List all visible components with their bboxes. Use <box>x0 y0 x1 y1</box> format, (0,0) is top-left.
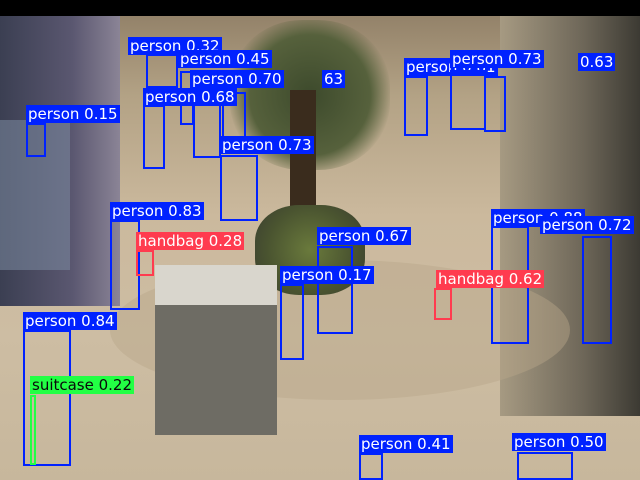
person-detection-box <box>484 76 506 132</box>
person-detection-label: 0.63 <box>578 53 616 71</box>
person-detection-label: person 0.45 <box>178 50 272 68</box>
person-detection-label: person 0.72 <box>540 216 634 234</box>
suitcase-detection-box <box>30 395 36 465</box>
mall-photo: person 0.32 person 0.45 person 0.70 63 perso… <box>0 0 640 480</box>
person-detection-box <box>450 70 486 130</box>
person-detection-label: 63 <box>322 70 346 88</box>
person-detection-label: person 0.70 <box>190 70 284 88</box>
person-detection-box <box>280 284 304 360</box>
top-black-bar <box>0 0 640 16</box>
person-detection-box <box>146 54 178 88</box>
person-detection-box <box>404 76 428 136</box>
person-detection-box <box>317 246 353 334</box>
person-detection-box <box>359 453 383 480</box>
person-detection-label: person 0.73 <box>220 136 314 154</box>
person-detection-label: person 0.50 <box>512 433 606 451</box>
person-detection-label: person 0.68 <box>143 88 237 106</box>
handbag-detection-box <box>136 250 154 276</box>
person-detection-label: person 0.17 <box>280 266 374 284</box>
person-detection-label: person 0.84 <box>23 312 117 330</box>
person-detection-label: person 0.15 <box>26 105 120 123</box>
person-detection-label: person 0.83 <box>110 202 204 220</box>
person-detection-box <box>582 236 612 344</box>
person-detection-label: person 0.41 <box>359 435 453 453</box>
person-detection-box <box>517 452 573 480</box>
suitcase-detection-label: suitcase 0.22 <box>30 376 135 394</box>
person-detection-box <box>143 105 165 169</box>
handbag-detection-label: handbag 0.62 <box>436 270 545 288</box>
handbag-detection-label: handbag 0.28 <box>136 232 245 250</box>
person-detection-box <box>220 155 258 221</box>
kiosk-roof <box>155 265 277 305</box>
person-detection-label: person 0.67 <box>317 227 411 245</box>
handbag-detection-box <box>434 288 452 320</box>
person-detection-label: person 0.73 <box>450 50 544 68</box>
person-detection-box <box>26 123 46 157</box>
